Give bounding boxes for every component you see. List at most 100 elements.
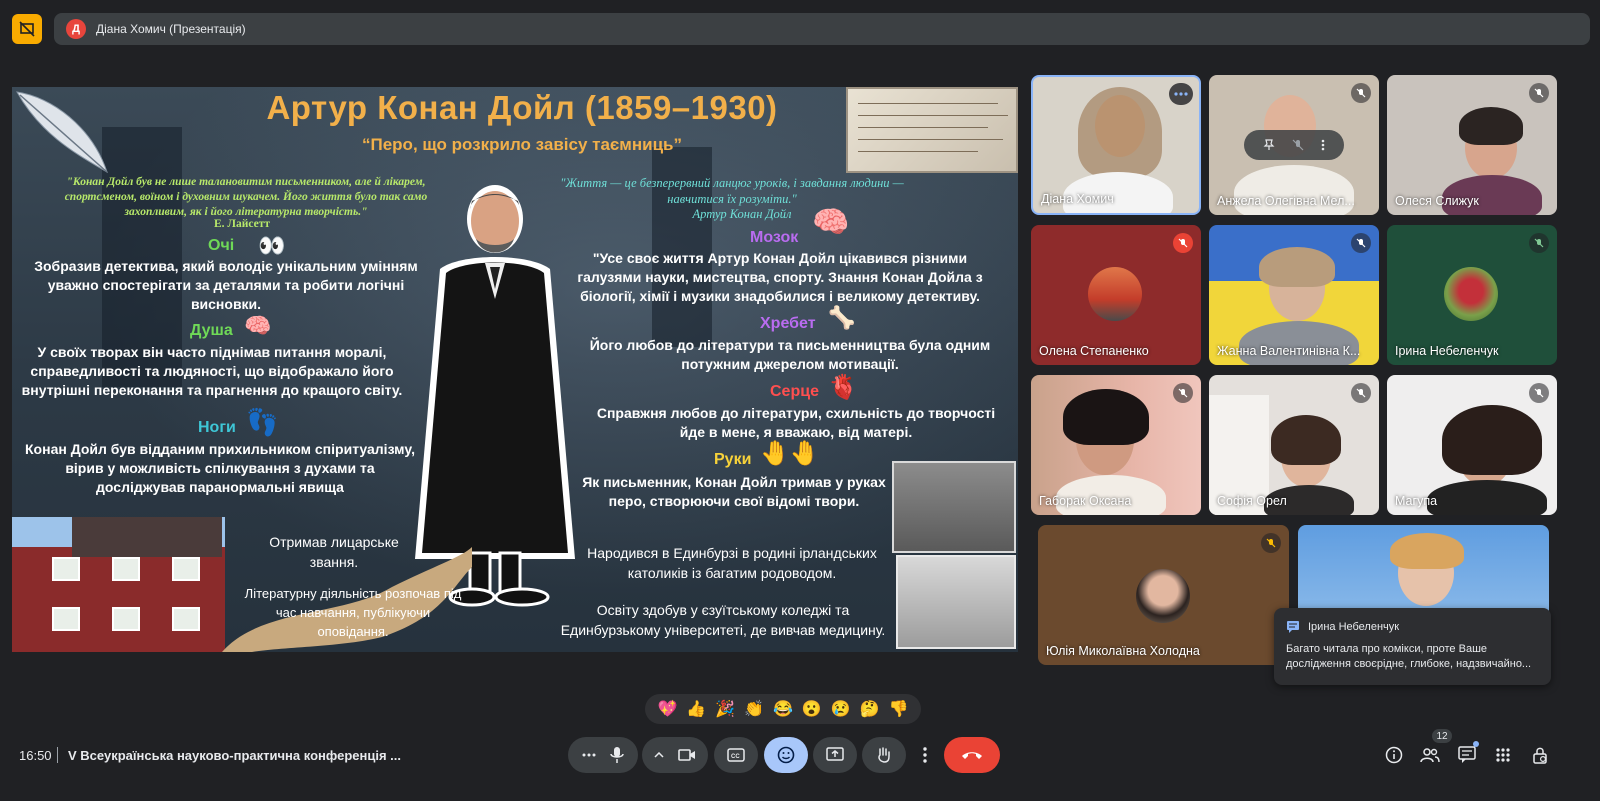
brain-icon: 🧠	[812, 206, 850, 239]
reaction-party[interactable]: 🎉	[715, 699, 735, 719]
divider	[57, 747, 58, 763]
reaction-clap[interactable]: 👏	[744, 699, 764, 719]
spine-icon: 🦴	[828, 305, 856, 330]
mute-icon[interactable]	[1292, 139, 1304, 151]
eyes-icon: 👀	[258, 233, 286, 258]
participant-name: Олена Степаненко	[1039, 344, 1149, 358]
participant-name: Діана Хомич	[1041, 192, 1114, 206]
chat-icon	[1287, 621, 1299, 633]
participant-tile[interactable]: Анжела Олегівна Мел...	[1209, 75, 1379, 215]
feather-icon	[16, 91, 108, 174]
participant-tile[interactable]: Габорак Оксана	[1031, 375, 1201, 515]
reaction-surprised[interactable]: 😮	[802, 699, 822, 719]
participant-tile[interactable]: Магупа	[1387, 375, 1557, 515]
presentation-off-icon[interactable]	[12, 14, 42, 44]
mic-icon[interactable]	[610, 746, 624, 764]
presenter-label: Діана Хомич (Презентація)	[96, 22, 246, 36]
text-legs: Конан Дойл був відданим прихильником спі…	[25, 441, 415, 495]
emoji-icon	[777, 746, 795, 764]
svg-text:CC: CC	[731, 754, 740, 760]
mic-off-icon	[1351, 233, 1371, 253]
chevron-up-icon[interactable]	[654, 752, 664, 758]
camera-icon[interactable]	[678, 748, 696, 762]
participant-name: Магупа	[1395, 494, 1438, 508]
text-literary: Літературну діяльність розпочав під час …	[244, 586, 462, 639]
more-options-icon[interactable]	[1169, 83, 1193, 105]
reaction-laugh[interactable]: 😂	[773, 699, 793, 719]
historical-photo-1	[892, 461, 1016, 553]
chat-notification-header: Ірина Небеленчук	[1286, 620, 1539, 634]
text-knight: Отримав лицарське звання.	[269, 534, 399, 570]
participant-tile[interactable]: Юлія Миколаївна Холодна	[1038, 525, 1289, 665]
slide-subtitle: “Перо, що розкрило завісу таємниць”	[362, 135, 682, 154]
reaction-thinking[interactable]: 🤔	[860, 699, 880, 719]
participant-tile[interactable]: Ірина Небеленчук	[1387, 225, 1557, 365]
camera-control-group	[642, 737, 708, 773]
more-vert-icon[interactable]	[1321, 139, 1325, 151]
captions-button[interactable]: CC	[714, 737, 758, 773]
captions-icon: CC	[727, 748, 745, 762]
participant-name: Жанна Валентинівна К...	[1217, 344, 1361, 358]
text-heart: Справжня любов до літератури, схильність…	[596, 405, 996, 440]
present-button[interactable]	[813, 737, 857, 773]
reaction-thumbs-up[interactable]: 👍	[686, 699, 706, 719]
reaction-sad[interactable]: 😢	[831, 699, 851, 719]
raise-hand-button[interactable]	[862, 737, 906, 773]
end-call-button[interactable]	[944, 737, 1000, 773]
label-legs: Ноги	[198, 419, 236, 436]
mic-off-icon	[1529, 383, 1549, 403]
label-spine: Хребет	[760, 315, 816, 332]
chat-notification[interactable]: Ірина Небеленчук Багато читала про комік…	[1274, 608, 1551, 685]
reaction-thumbs-down[interactable]: 👎	[888, 699, 908, 719]
feet-icon: 👣	[246, 407, 279, 437]
more-options-button[interactable]	[912, 737, 938, 773]
chat-unread-dot	[1473, 741, 1479, 747]
participant-name: Ірина Небеленчук	[1395, 344, 1499, 358]
participant-avatar	[1088, 267, 1142, 321]
participant-name: Юлія Миколаївна Холодна	[1046, 644, 1200, 658]
people-count-badge: 12	[1432, 729, 1452, 743]
slide-title: Артур Конан Дойл (1859–1930)	[266, 89, 778, 126]
mic-off-icon	[1351, 383, 1371, 403]
mic-off-icon	[1351, 83, 1371, 103]
participant-tile[interactable]: Олена Степаненко	[1031, 225, 1201, 365]
quote-left-author: Е. Лайсетт	[213, 218, 270, 230]
tile-hover-controls	[1244, 130, 1344, 160]
meeting-info-icon[interactable]	[1382, 743, 1406, 767]
participant-tile[interactable]: Діана Хомич	[1031, 75, 1201, 215]
label-soul: Душа	[190, 322, 233, 339]
chat-sender: Ірина Небеленчук	[1308, 621, 1400, 633]
text-education: Освіту здобув у єзуїтському коледжі та Е…	[560, 602, 886, 638]
participant-name: Софія Орел	[1217, 494, 1287, 508]
mic-off-icon	[1261, 533, 1281, 553]
label-heart: Серце	[770, 383, 819, 400]
chat-message: Багато читала про комікси, проте Ваше до…	[1286, 643, 1532, 670]
label-brain: Мозок	[750, 229, 799, 246]
meeting-time: 16:50	[19, 748, 52, 763]
presentation-slide: Артур Конан Дойл (1859–1930) “Перо, що р…	[12, 87, 1018, 652]
reactions-button[interactable]	[764, 737, 808, 773]
quote-left: "Конан Дойл був не лише талановитим пись…	[64, 176, 428, 218]
hand-icon	[878, 747, 890, 763]
participant-tile[interactable]: Жанна Валентинівна К...	[1209, 225, 1379, 365]
hands-icon: 🤚🤚	[760, 440, 820, 467]
historical-photo-2	[896, 555, 1016, 649]
participant-avatar	[1136, 569, 1190, 623]
mic-off-icon	[1529, 83, 1549, 103]
participant-name: Габорак Оксана	[1039, 494, 1132, 508]
host-controls-icon[interactable]	[1528, 743, 1552, 767]
participant-tile[interactable]: Олеся Слижук	[1387, 75, 1557, 215]
activities-icon[interactable]	[1491, 743, 1515, 767]
bottom-bar: 16:50 V Всеукраїнська науково-практична …	[0, 735, 1600, 775]
participant-name: Анжела Олегівна Мел...	[1217, 194, 1355, 208]
reaction-heart[interactable]: 💖	[657, 699, 677, 719]
label-eyes: Очі	[208, 237, 235, 254]
text-spine: Його любов до літератури та письменництв…	[589, 337, 991, 372]
meeting-title: V Всеукраїнська науково-практична конфер…	[68, 748, 401, 763]
pin-icon[interactable]	[1263, 139, 1275, 151]
people-icon[interactable]	[1418, 743, 1442, 767]
text-eyes: Зобразив детектива, який володіє унікаль…	[34, 258, 418, 312]
text-brain: "Усе своє життя Артур Конан Дойл цікавив…	[577, 250, 983, 304]
more-horiz-icon[interactable]	[582, 753, 596, 757]
participant-tile[interactable]: Софія Орел	[1209, 375, 1379, 515]
